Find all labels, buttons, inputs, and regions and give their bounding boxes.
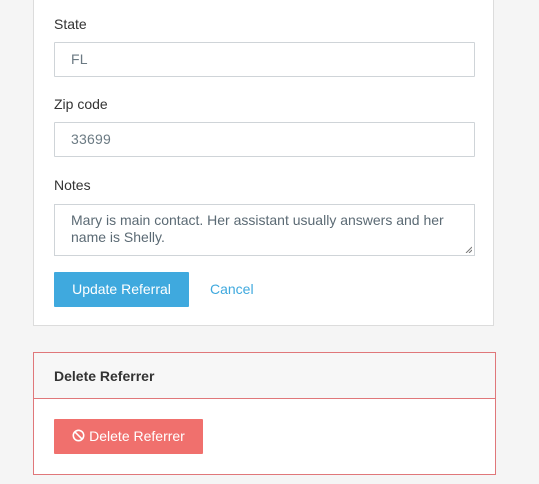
cancel-link[interactable]: Cancel <box>210 272 254 307</box>
notes-textarea[interactable]: Mary is main contact. Her assistant usua… <box>54 204 475 256</box>
delete-referrer-button-label: Delete Referrer <box>89 428 185 444</box>
zip-code-input[interactable]: 33699 <box>54 122 475 157</box>
delete-referrer-header: Delete Referrer <box>34 353 495 399</box>
resize-handle-icon[interactable] <box>465 246 472 253</box>
notes-text: Mary is main contact. Her assistant usua… <box>71 212 444 245</box>
update-referral-button[interactable]: Update Referral <box>54 272 189 307</box>
zip-code-label: Zip code <box>54 96 108 112</box>
state-input[interactable]: FL <box>54 42 475 77</box>
notes-label: Notes <box>54 177 91 193</box>
ban-icon <box>72 429 85 442</box>
referral-form-card: State FL Zip code 33699 Notes Mary is ma… <box>33 0 494 326</box>
delete-referrer-title: Delete Referrer <box>54 368 155 384</box>
delete-referrer-button[interactable]: Delete Referrer <box>54 419 203 454</box>
state-label: State <box>54 16 87 32</box>
delete-referrer-panel: Delete Referrer Delete Referrer <box>33 352 496 475</box>
